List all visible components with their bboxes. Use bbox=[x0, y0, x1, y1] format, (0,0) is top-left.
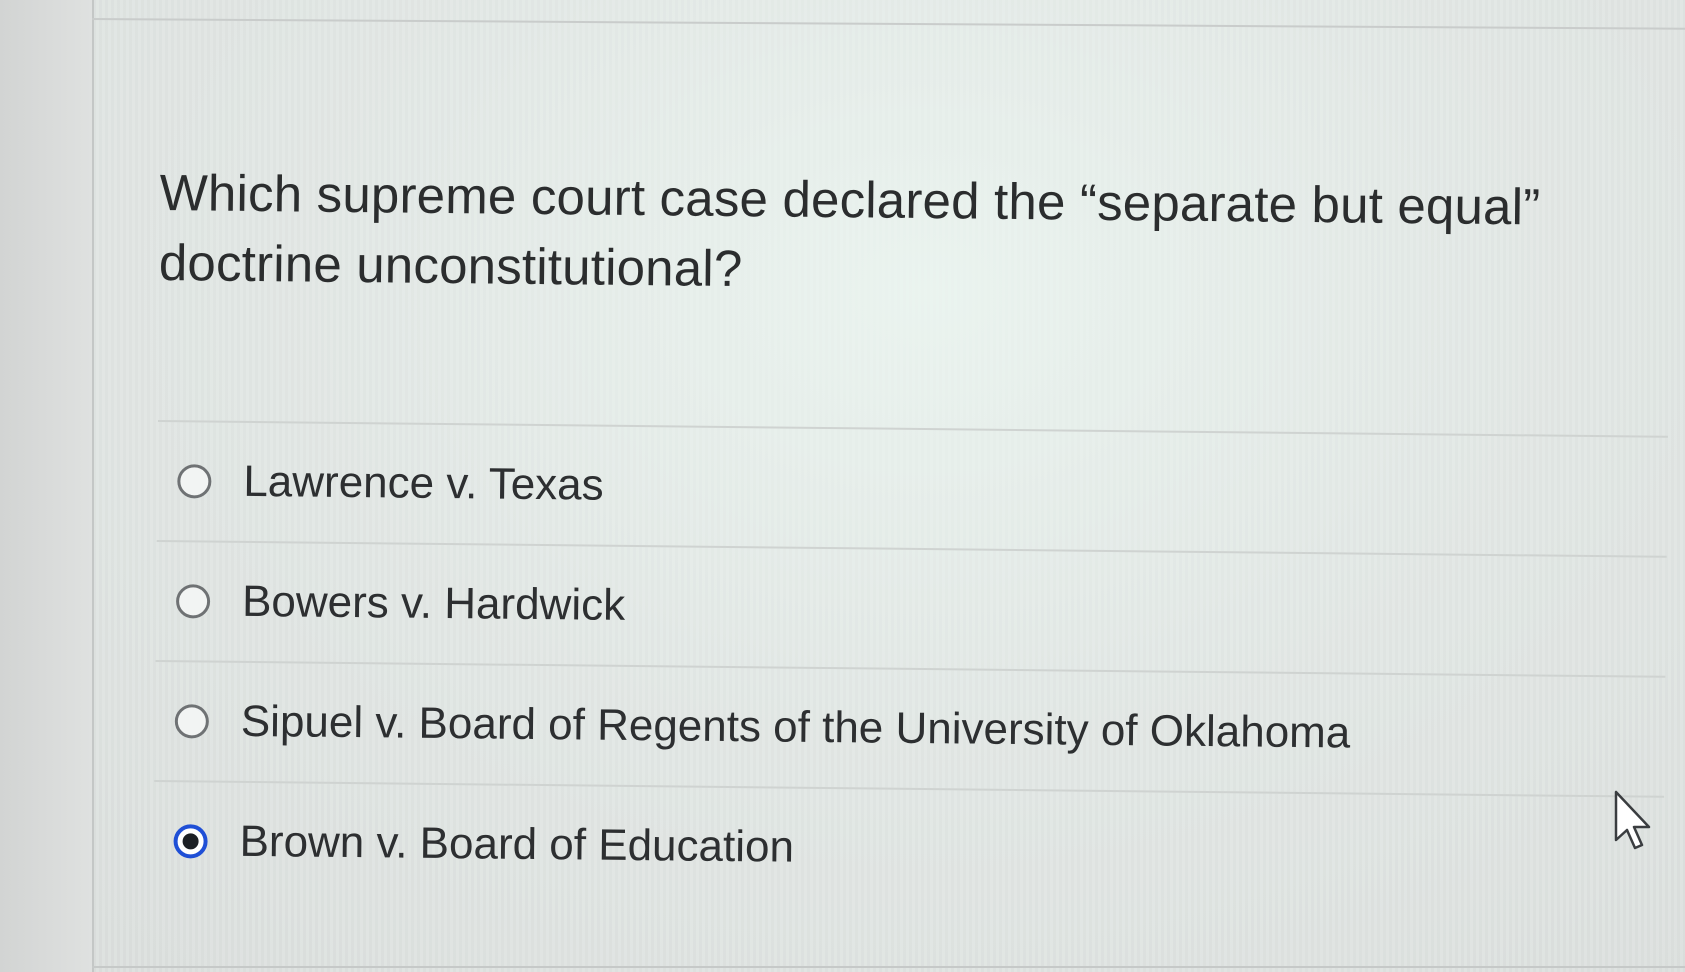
bottom-border-line bbox=[92, 966, 1685, 968]
answer-option-1[interactable]: Lawrence v. Texas bbox=[157, 422, 1678, 556]
radio-button-sipuel[interactable] bbox=[174, 704, 210, 739]
answer-option-2[interactable]: Bowers v. Hardwick bbox=[155, 542, 1676, 676]
answer-option-3[interactable]: Sipuel v. Board of Regents of the Univer… bbox=[154, 662, 1675, 796]
answer-options-list: Lawrence v. Texas Bowers v. Hardwick Sip… bbox=[153, 420, 1678, 916]
answer-option-4[interactable]: Brown v. Board of Education bbox=[153, 782, 1674, 916]
mouse-pointer-icon bbox=[1614, 790, 1651, 850]
answer-label[interactable]: Bowers v. Hardwick bbox=[242, 577, 626, 631]
answer-label[interactable]: Brown v. Board of Education bbox=[239, 817, 794, 873]
radio-button-lawrence[interactable] bbox=[177, 464, 212, 499]
radio-button-brown[interactable] bbox=[173, 824, 208, 859]
answer-label[interactable]: Sipuel v. Board of Regents of the Univer… bbox=[241, 697, 1351, 759]
left-margin-panel bbox=[0, 0, 94, 972]
question-text: Which supreme court case declared the “s… bbox=[158, 163, 1541, 298]
radio-button-bowers[interactable] bbox=[175, 584, 211, 619]
answer-label[interactable]: Lawrence v. Texas bbox=[243, 457, 604, 511]
